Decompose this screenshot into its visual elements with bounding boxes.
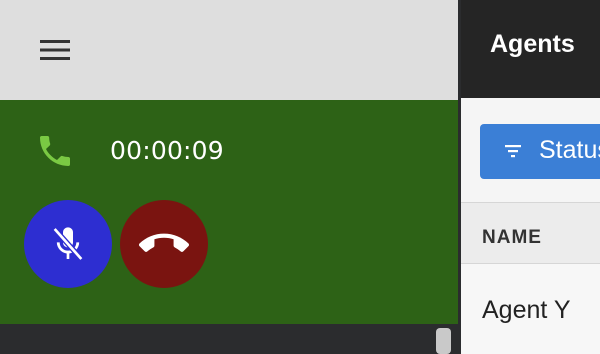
filter-icon: [505, 145, 521, 158]
status-filter-button[interactable]: Status: [480, 124, 600, 179]
menu-button[interactable]: [38, 37, 72, 63]
column-header-name[interactable]: NAME: [482, 227, 542, 249]
agent-name-cell: Agent Y: [482, 296, 571, 324]
panel-bottom-strip: [0, 324, 458, 354]
call-timer: 00:00:09: [110, 136, 224, 165]
phone-icon: [40, 136, 70, 166]
hangup-icon: [139, 233, 189, 252]
status-filter-label: Status: [539, 136, 600, 164]
hamburger-menu-icon: [40, 40, 70, 60]
mic-off-icon: [52, 227, 84, 261]
softphone-panel: 00:00:09: [0, 0, 458, 354]
hangup-button[interactable]: [120, 200, 208, 288]
agents-title: Agents: [490, 30, 575, 58]
mute-button[interactable]: [24, 200, 112, 288]
scrollbar-thumb[interactable]: [436, 328, 451, 354]
